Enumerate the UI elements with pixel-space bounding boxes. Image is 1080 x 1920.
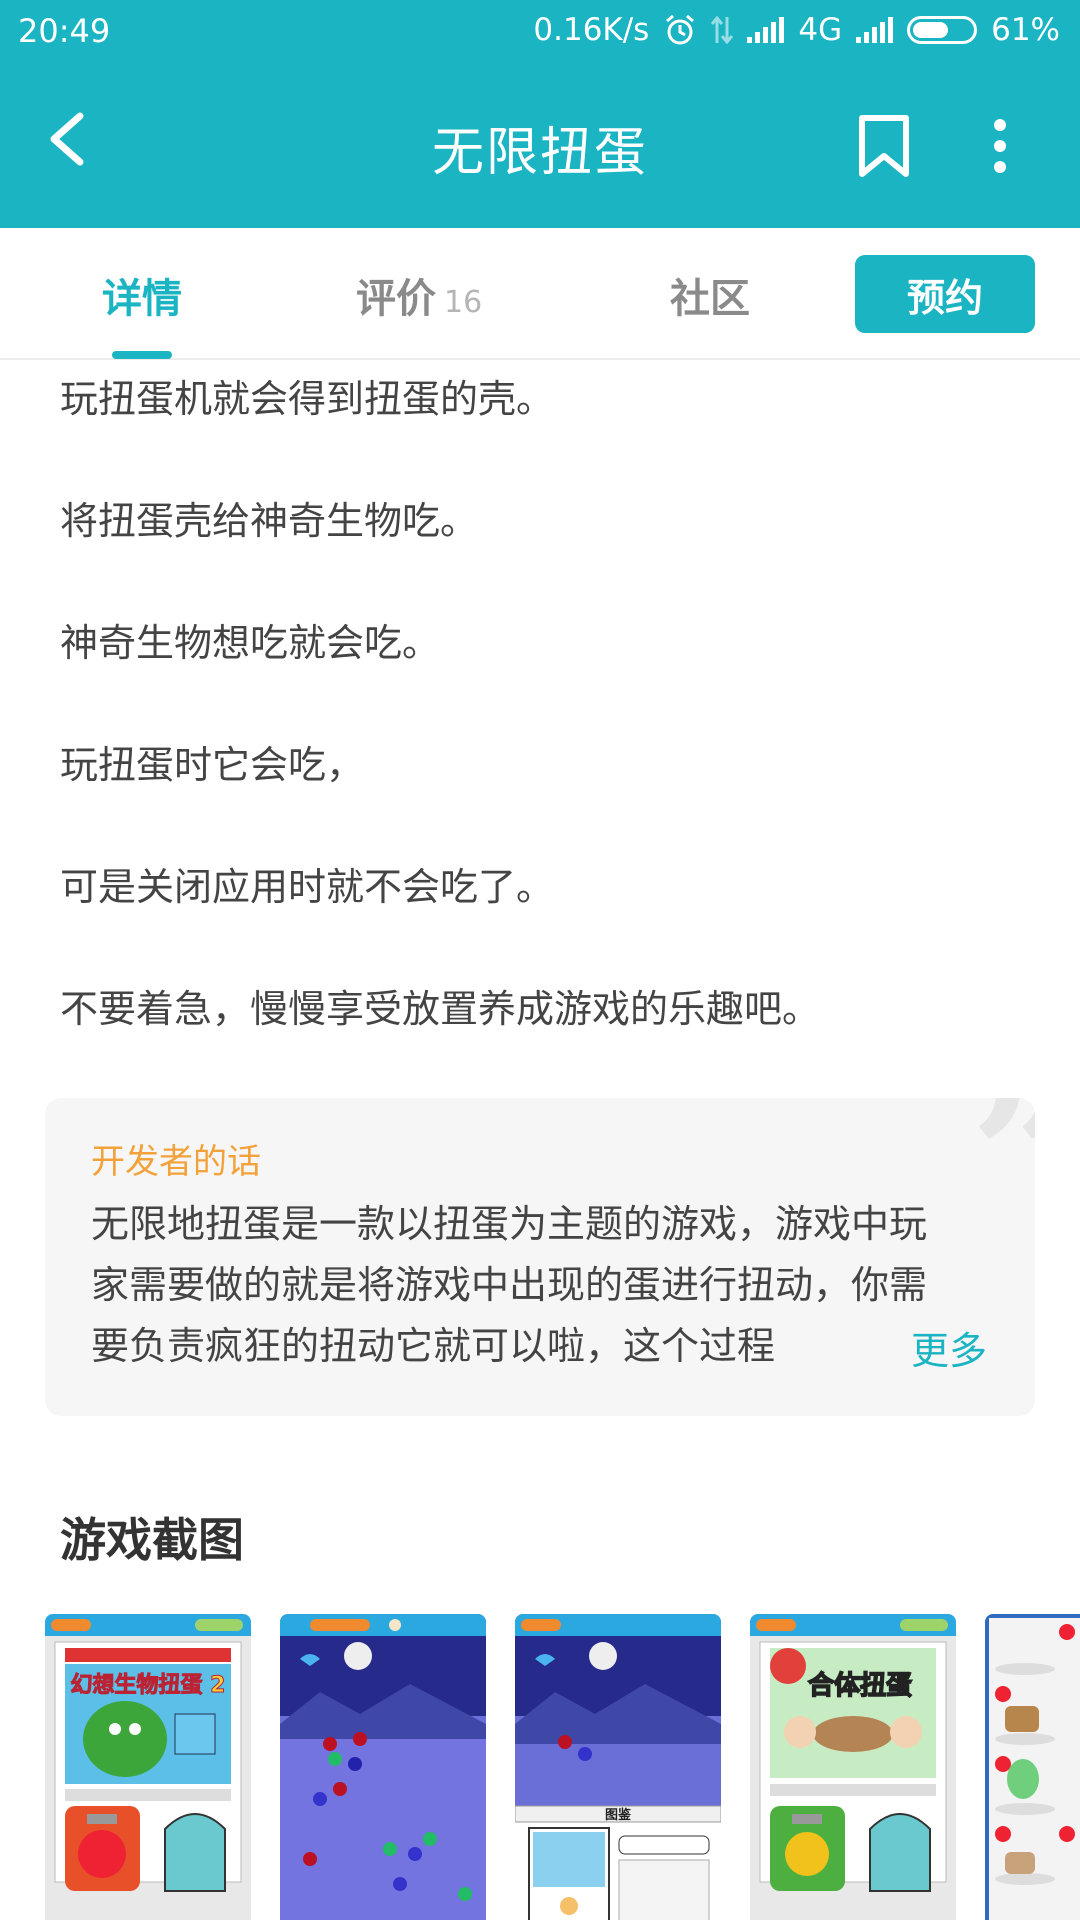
- quote-mark-icon: ”: [970, 1098, 1035, 1252]
- tab-bar: 详情 评价 16 社区 预约: [0, 228, 1080, 360]
- developer-note-title: 开发者的话: [91, 1142, 261, 1182]
- tab-reviews[interactable]: 评价 16: [356, 266, 482, 324]
- alarm-icon: [663, 13, 697, 47]
- gacha-machine-image: 幻想生物扭蛋 2: [45, 1614, 251, 1920]
- screenshot-thumbnail[interactable]: 合体扭蛋: [750, 1614, 956, 1920]
- description-line: 将扭蛋壳给神奇生物吃。: [60, 499, 479, 543]
- tab-details[interactable]: 详情: [102, 266, 182, 324]
- nav-bar: 无限扭蛋: [0, 80, 1080, 200]
- signal-icon: [747, 17, 785, 43]
- screenshot-strip[interactable]: 幻想生物扭蛋 2 图鉴 合体扭蛋: [0, 1614, 1080, 1920]
- reserve-button[interactable]: 预约: [855, 255, 1035, 333]
- screenshot-thumbnail[interactable]: [985, 1614, 1080, 1920]
- status-time: 20:49: [18, 12, 111, 50]
- battery-percent: 61%: [991, 12, 1060, 48]
- tab-community[interactable]: 社区: [670, 266, 750, 324]
- description-line: 可是关闭应用时就不会吃了。: [60, 865, 555, 909]
- more-link[interactable]: 更多: [911, 1320, 987, 1375]
- screenshots-title: 游戏截图: [60, 1513, 244, 1567]
- description-line: 不要着急，慢慢享受放置养成游戏的乐趣吧。: [60, 987, 821, 1031]
- screenshot-thumbnail[interactable]: 图鉴: [515, 1614, 721, 1920]
- screenshot-thumbnail[interactable]: [280, 1614, 486, 1920]
- reviews-count: 16: [444, 285, 483, 320]
- description-line: 玩扭蛋机就会得到扭蛋的壳。: [60, 377, 555, 421]
- encyclopedia-image: 图鉴: [515, 1614, 721, 1920]
- creature-list-image: [985, 1614, 1080, 1920]
- developer-note-text: 无限地扭蛋是一款以扭蛋为主题的游戏，游戏中玩家需要做的就是将游戏中出现的蛋进行扭…: [91, 1202, 928, 1368]
- fusion-gacha-image: 合体扭蛋: [750, 1614, 956, 1920]
- network-speed: 0.16K/s: [533, 12, 650, 48]
- status-icons: 0.16K/s 4G 61%: [533, 10, 1060, 50]
- back-button[interactable]: [40, 106, 100, 172]
- active-tab-indicator: [112, 351, 172, 359]
- back-arrow-icon: [50, 112, 84, 166]
- more-vertical-icon: [994, 119, 1006, 173]
- night-scene-image: [280, 1614, 486, 1920]
- screenshot-caption: 图鉴: [605, 1807, 632, 1823]
- network-type: 4G: [798, 12, 843, 48]
- screenshot-caption: 合体扭蛋: [808, 1670, 912, 1701]
- description-line: 玩扭蛋时它会吃，: [60, 743, 365, 787]
- battery-icon: [907, 16, 978, 44]
- signal-icon-secondary: [856, 17, 894, 43]
- screenshot-thumbnail[interactable]: 幻想生物扭蛋 2: [45, 1614, 251, 1920]
- more-options-button[interactable]: [982, 114, 1018, 178]
- page-title: 无限扭蛋: [431, 123, 648, 183]
- description-line: 神奇生物想吃就会吃。: [60, 621, 441, 665]
- bookmark-icon: [859, 115, 909, 177]
- tab-reviews-label: 评价: [356, 276, 436, 322]
- app-header: 20:49 0.16K/s 4G 61% 无限扭蛋: [0, 0, 1080, 228]
- status-bar: 20:49 0.16K/s 4G 61%: [0, 0, 1080, 64]
- game-description: 玩扭蛋机就会得到扭蛋的壳。 将扭蛋壳给神奇生物吃。 神奇生物想吃就会吃。 玩扭蛋…: [60, 362, 1020, 1094]
- developer-note-card: ” 开发者的话 无限地扭蛋是一款以扭蛋为主题的游戏，游戏中玩家需要做的就是将游戏…: [45, 1098, 1035, 1416]
- data-transfer-icon: [711, 15, 734, 45]
- screenshot-caption: 幻想生物扭蛋 2: [71, 1672, 226, 1698]
- bookmark-button[interactable]: [856, 114, 912, 178]
